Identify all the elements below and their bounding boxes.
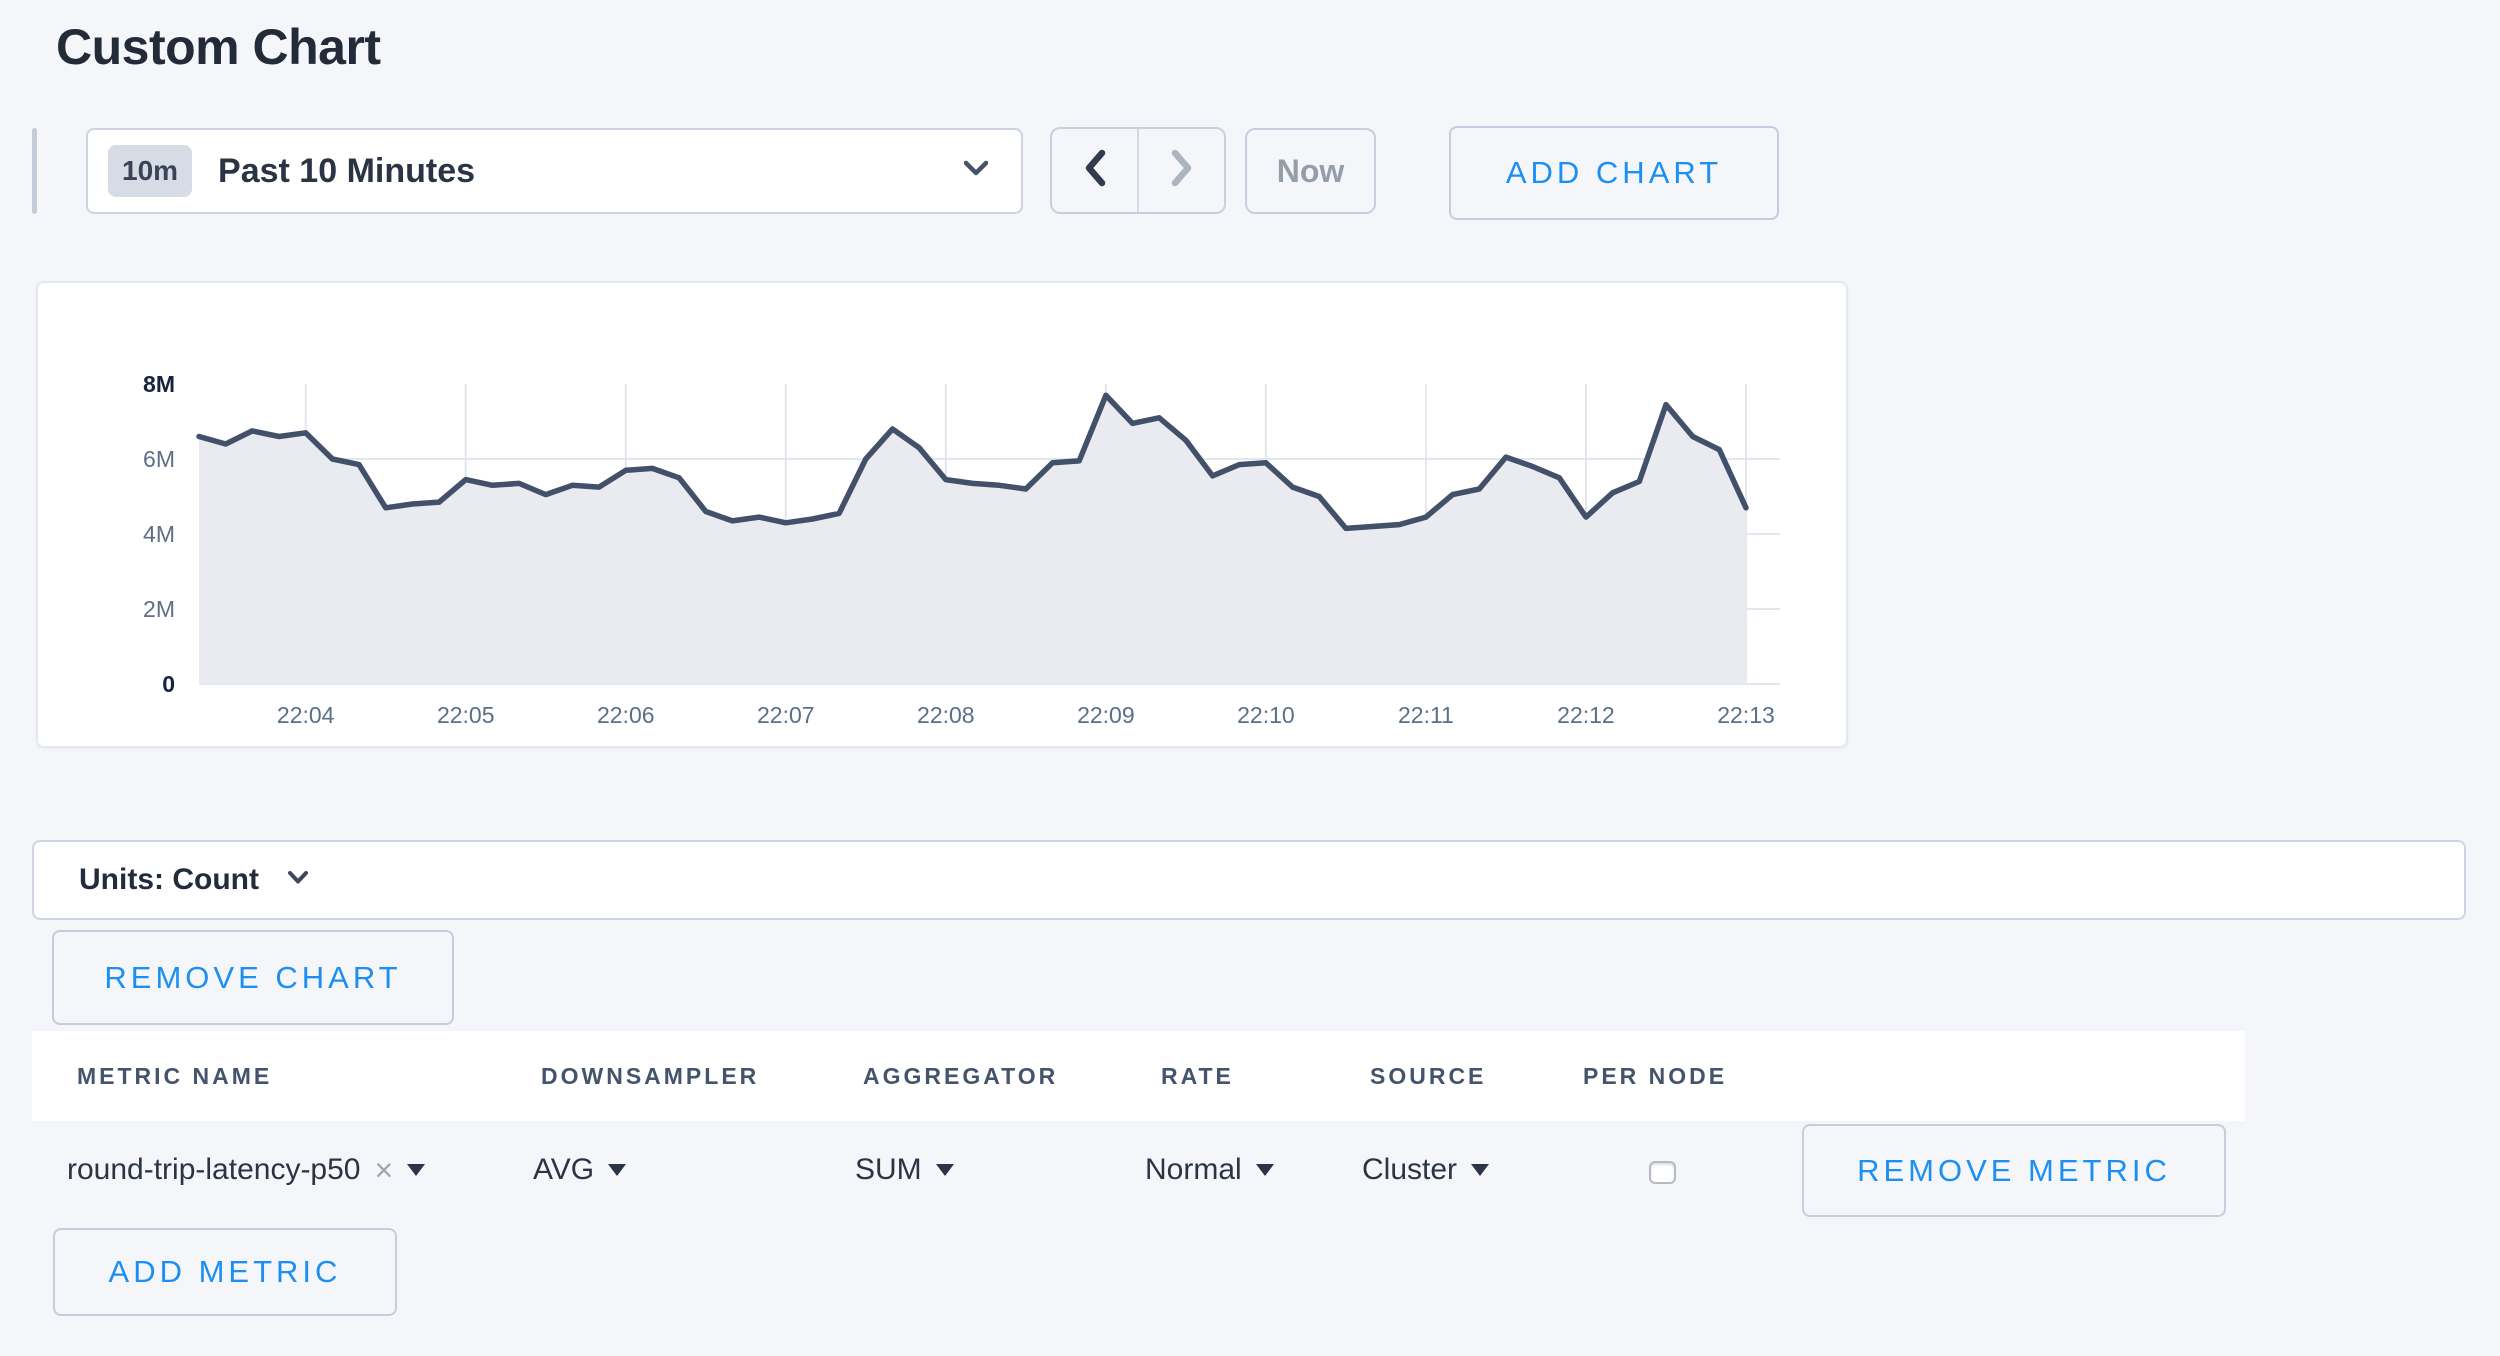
y-axis-label: 6M (143, 446, 175, 472)
y-axis-label: 0 (162, 671, 175, 697)
source-select[interactable]: Cluster (1362, 1140, 1489, 1200)
now-button[interactable]: Now (1245, 128, 1376, 214)
time-pager (1050, 127, 1226, 214)
column-header-metric-name: METRIC NAME (77, 1031, 272, 1121)
page-title: Custom Chart (56, 18, 381, 76)
caret-down-icon (936, 1164, 954, 1176)
column-header-source: SOURCE (1370, 1031, 1486, 1121)
caret-down-icon (407, 1164, 425, 1176)
x-axis-label: 22:07 (757, 702, 815, 728)
chevron-down-icon (287, 870, 309, 890)
x-axis-label: 22:09 (1077, 702, 1135, 728)
time-range-badge: 10m (108, 145, 192, 197)
downsampler-value: AVG (533, 1153, 594, 1187)
remove-metric-button[interactable]: REMOVE METRIC (1802, 1124, 2226, 1217)
column-header-rate: RATE (1161, 1031, 1234, 1121)
time-step-back-button[interactable] (1052, 129, 1137, 212)
custom-chart-page: Custom Chart 10m Past 10 Minutes Now ADD… (0, 0, 2500, 1356)
caret-down-icon (1256, 1164, 1274, 1176)
metric-name-value: round-trip-latency-p50 (67, 1153, 360, 1187)
toolbar-accent-bar (32, 128, 37, 214)
downsampler-select[interactable]: AVG (533, 1140, 626, 1200)
caret-down-icon (1471, 1164, 1489, 1176)
y-axis-label: 2M (143, 596, 175, 622)
chevron-down-icon (963, 160, 989, 182)
time-range-label: Past 10 Minutes (218, 152, 475, 191)
x-axis-label: 22:08 (917, 702, 975, 728)
chart-card: 0 2M 4M 6M 8M 22:04 22:05 22:06 22:07 22:08 22:09 2… (36, 281, 1848, 748)
y-axis-label: 4M (143, 521, 175, 547)
x-axis-label: 22:12 (1557, 702, 1615, 728)
metrics-table-header: METRIC NAME DOWNSAMPLER AGGREGATOR RATE … (32, 1031, 2245, 1121)
rate-value: Normal (1145, 1153, 1242, 1187)
column-header-per-node: PER NODE (1583, 1031, 1727, 1121)
column-header-downsampler: DOWNSAMPLER (541, 1031, 759, 1121)
x-axis-label: 22:05 (437, 702, 495, 728)
aggregator-value: SUM (855, 1153, 922, 1187)
chevron-right-icon (1169, 148, 1195, 193)
per-node-checkbox[interactable] (1649, 1161, 1676, 1184)
remove-chart-button[interactable]: REMOVE CHART (52, 930, 454, 1025)
y-axis-label: 8M (143, 371, 175, 397)
chevron-left-icon (1082, 148, 1108, 193)
column-header-aggregator: AGGREGATOR (863, 1031, 1058, 1121)
add-metric-button[interactable]: ADD METRIC (53, 1228, 397, 1316)
remove-tag-icon[interactable]: × (374, 1152, 393, 1189)
metric-name-select[interactable]: round-trip-latency-p50 × (67, 1140, 425, 1200)
time-step-forward-button[interactable] (1137, 129, 1224, 212)
x-axis-label: 22:04 (277, 702, 335, 728)
time-range-select[interactable]: 10m Past 10 Minutes (86, 128, 1023, 214)
x-axis-label: 22:11 (1398, 702, 1454, 728)
units-select[interactable]: Units: Count (32, 840, 2466, 920)
units-label: Units: Count (79, 863, 259, 897)
rate-select[interactable]: Normal (1145, 1140, 1274, 1200)
add-chart-button[interactable]: ADD CHART (1449, 126, 1779, 220)
x-axis-label: 22:06 (597, 702, 655, 728)
aggregator-select[interactable]: SUM (855, 1140, 954, 1200)
caret-down-icon (608, 1164, 626, 1176)
x-axis-label: 22:10 (1237, 702, 1295, 728)
series-area-fill (199, 395, 1746, 684)
source-value: Cluster (1362, 1153, 1457, 1187)
latency-area-chart: 0 2M 4M 6M 8M 22:04 22:05 22:06 22:07 22:08 22:09 2… (38, 283, 1846, 746)
x-axis-label: 22:13 (1717, 702, 1775, 728)
